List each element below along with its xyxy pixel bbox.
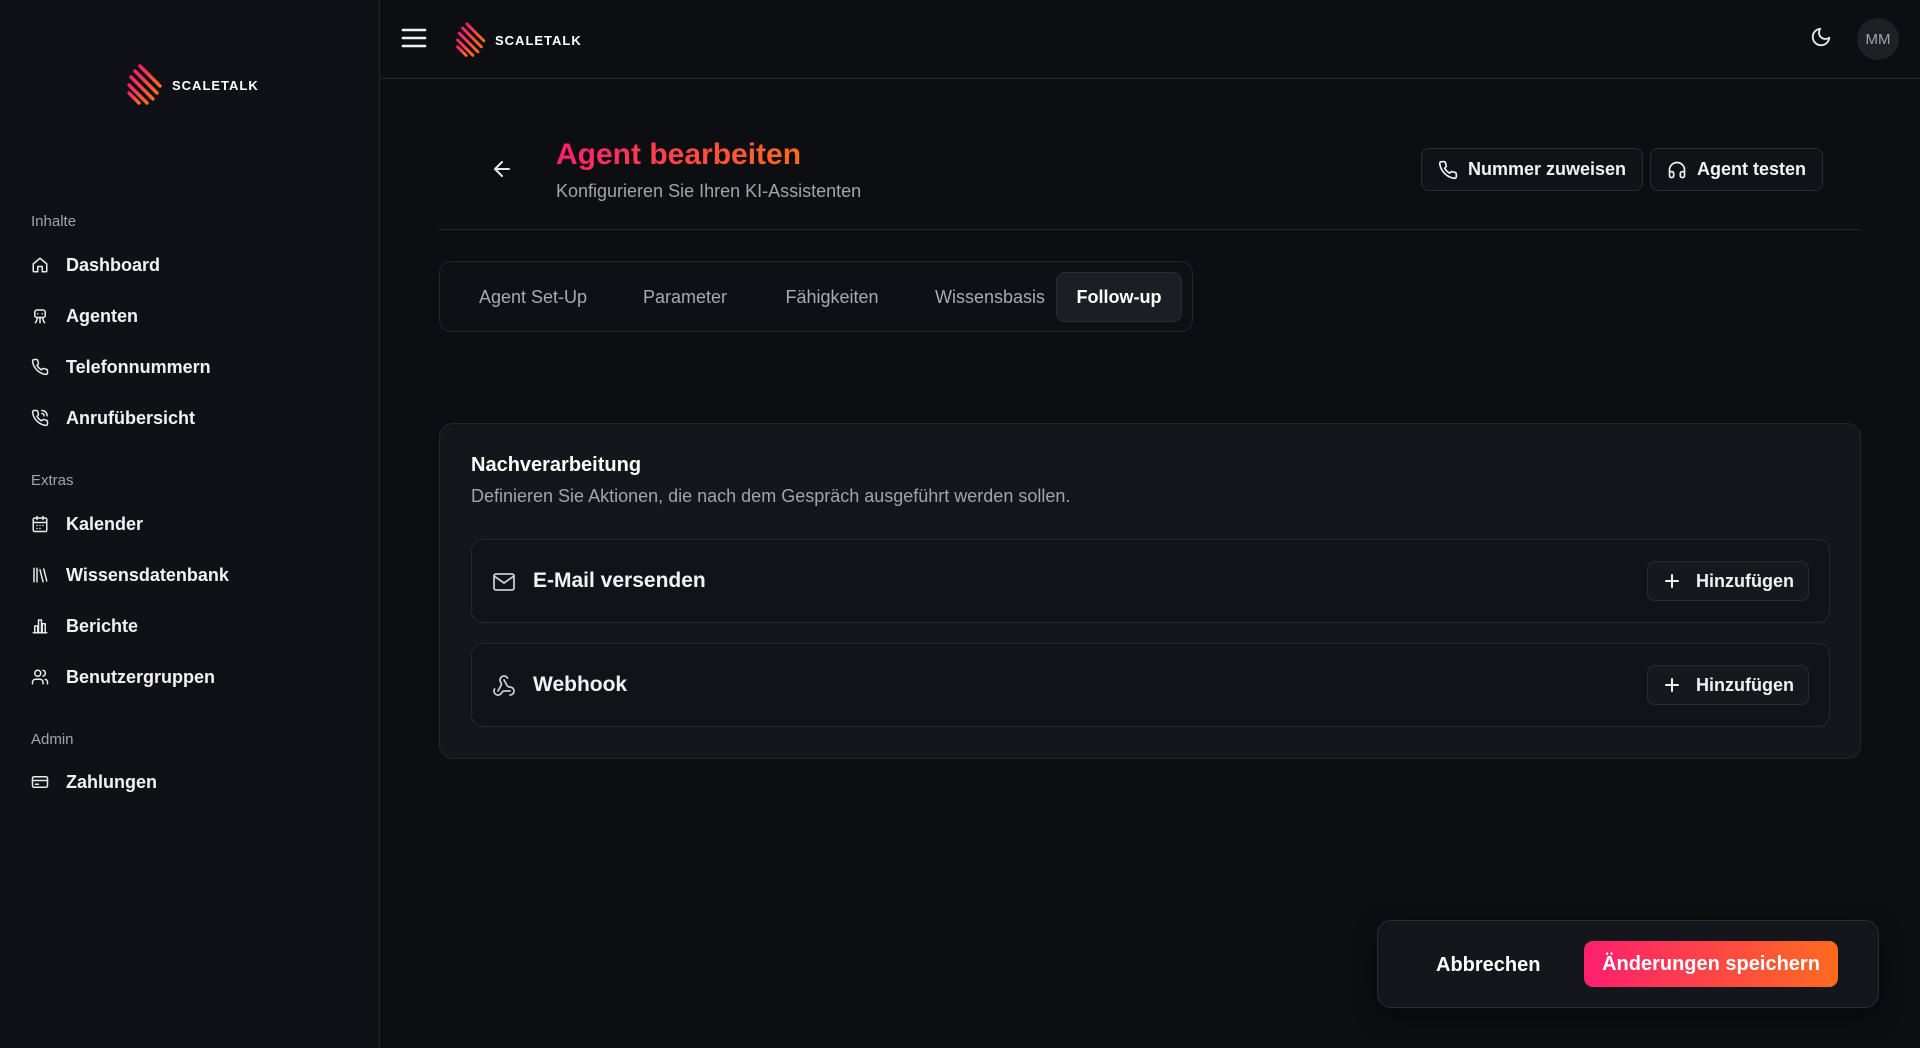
nav-section-admin: Admin bbox=[31, 731, 74, 748]
nav-section-inhalte: Inhalte bbox=[31, 213, 77, 230]
arrow-left-icon bbox=[494, 161, 510, 177]
tab-wissensbasis[interactable]: Wissensbasis bbox=[912, 272, 1068, 322]
tab-faehigkeiten[interactable]: Fähigkeiten bbox=[758, 272, 906, 322]
back-button[interactable] bbox=[490, 157, 514, 181]
action-label: Webhook bbox=[533, 673, 628, 696]
sidebar-item-wissensdatenbank[interactable]: Wissensdatenbank bbox=[31, 560, 229, 590]
theme-toggle-button[interactable] bbox=[1810, 26, 1832, 48]
add-webhook-button[interactable]: Hinzufügen bbox=[1647, 665, 1809, 705]
headphones-icon bbox=[1667, 160, 1687, 180]
assign-number-button[interactable]: Nummer zuweisen bbox=[1421, 148, 1644, 191]
plus-icon bbox=[1664, 573, 1680, 589]
calendar-icon bbox=[31, 515, 49, 533]
sidebar-item-label: Agenten bbox=[66, 305, 138, 326]
action-label: E-Mail versenden bbox=[533, 569, 706, 592]
sidebar-item-dashboard[interactable]: Dashboard bbox=[31, 250, 160, 280]
tab-follow-up[interactable]: Follow-up bbox=[1056, 272, 1182, 322]
mail-icon bbox=[492, 570, 516, 594]
sidebar-item-label: Telefonnummern bbox=[66, 356, 211, 377]
topbar-logo-text: SCALETALK bbox=[495, 32, 582, 48]
save-changes-button[interactable]: Änderungen speichern bbox=[1584, 941, 1838, 987]
header-divider bbox=[439, 229, 1861, 230]
sidebar-logo-text: SCALETALK bbox=[172, 77, 259, 93]
users-icon bbox=[31, 668, 49, 686]
sidebar-logo[interactable]: SCALETALK bbox=[126, 62, 259, 108]
phone-call-icon bbox=[31, 409, 49, 427]
avatar[interactable]: MM bbox=[1857, 18, 1899, 60]
credit-card-icon bbox=[31, 773, 49, 791]
tab-parameter[interactable]: Parameter bbox=[618, 272, 752, 322]
cancel-button[interactable]: Abbrechen bbox=[1436, 945, 1540, 985]
sidebar-item-kalender[interactable]: Kalender bbox=[31, 509, 143, 539]
library-icon bbox=[31, 566, 49, 584]
card-title: Nachverarbeitung bbox=[471, 454, 642, 476]
assign-number-label: Nummer zuweisen bbox=[1468, 159, 1627, 179]
card-description: Definieren Sie Aktionen, die nach dem Ge… bbox=[471, 486, 1071, 506]
home-icon bbox=[31, 256, 49, 274]
sidebar-item-label: Zahlungen bbox=[66, 771, 157, 792]
sidebar-item-label: Anrufübersicht bbox=[66, 407, 196, 428]
sidebar-item-berichte[interactable]: Berichte bbox=[31, 611, 138, 641]
webhook-icon bbox=[492, 674, 516, 698]
test-agent-label: Agent testen bbox=[1697, 159, 1807, 179]
bot-icon bbox=[31, 307, 49, 325]
scaletalk-logo-icon bbox=[456, 22, 486, 57]
action-row-email: E-Mail versenden Hinzufügen bbox=[471, 539, 1830, 623]
action-row-webhook: Webhook Hinzufügen bbox=[471, 643, 1830, 727]
menu-toggle-button[interactable] bbox=[401, 26, 427, 50]
sidebar-item-label: Dashboard bbox=[66, 254, 161, 275]
sidebar-item-zahlungen[interactable]: Zahlungen bbox=[31, 767, 157, 797]
save-bar: Abbrechen Änderungen speichern bbox=[1377, 920, 1879, 1008]
scaletalk-logo-icon bbox=[127, 64, 162, 105]
plus-icon bbox=[1664, 677, 1680, 693]
tab-agent-setup[interactable]: Agent Set-Up bbox=[456, 272, 610, 322]
moon-icon bbox=[1811, 27, 1831, 47]
bar-chart-icon bbox=[31, 617, 49, 635]
postprocessing-card: Nachverarbeitung Definieren Sie Aktionen… bbox=[439, 423, 1861, 759]
sidebar-item-label: Kalender bbox=[66, 513, 144, 534]
add-button-label: Hinzufügen bbox=[1696, 674, 1794, 695]
add-button-label: Hinzufügen bbox=[1696, 570, 1794, 591]
phone-icon bbox=[1438, 160, 1458, 180]
add-email-button[interactable]: Hinzufügen bbox=[1647, 561, 1809, 601]
test-agent-button[interactable]: Agent testen bbox=[1650, 148, 1824, 191]
page-title: Agent bearbeiten bbox=[556, 138, 802, 171]
sidebar-item-benutzergruppen[interactable]: Benutzergruppen bbox=[31, 662, 215, 692]
topbar-logo[interactable]: SCALETALK bbox=[455, 20, 582, 60]
sidebar-item-anrufuebersicht[interactable]: Anrufübersicht bbox=[31, 403, 195, 433]
topbar: SCALETALK MM bbox=[381, 0, 1920, 79]
sidebar-item-label: Benutzergruppen bbox=[66, 666, 216, 687]
sidebar-item-label: Wissensdatenbank bbox=[66, 564, 229, 585]
sidebar-item-telefonnummern[interactable]: Telefonnummern bbox=[31, 352, 211, 382]
phone-icon bbox=[31, 358, 49, 376]
nav-section-extras: Extras bbox=[31, 472, 74, 489]
tab-bar: Agent Set-Up Parameter Fähigkeiten Wisse… bbox=[439, 261, 1193, 332]
page-subtitle: Konfigurieren Sie Ihren KI-Assistenten bbox=[556, 181, 862, 201]
sidebar-item-label: Berichte bbox=[66, 615, 139, 636]
sidebar-item-agenten[interactable]: Agenten bbox=[31, 301, 138, 331]
sidebar: SCALETALK Inhalte Dashboard Agenten Tele… bbox=[0, 0, 380, 1048]
hamburger-icon bbox=[401, 28, 427, 48]
